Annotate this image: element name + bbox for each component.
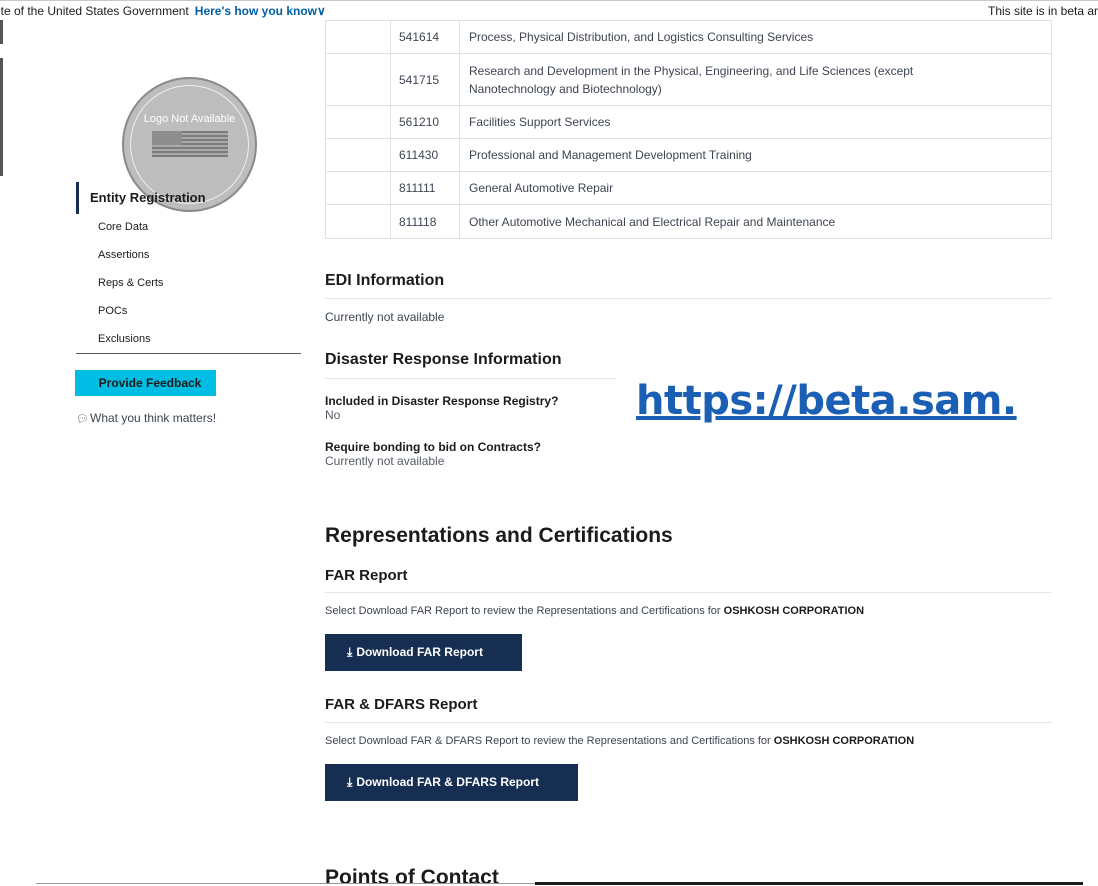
entity-name: OSHKOSH CORPORATION — [773, 735, 915, 747]
naics-description: Other Automotive Mechanical and Electric… — [459, 204, 1052, 239]
sidebar-item-core-data[interactable]: Core Data — [98, 221, 148, 233]
table-row: 811111 General Automotive Repair — [325, 171, 1052, 205]
download-far-report-button[interactable]: ⤓ Download FAR Report — [325, 634, 522, 671]
nav-active-indicator — [76, 182, 79, 214]
entity-name: OSHKOSH CORPORATION — [723, 605, 865, 617]
reps-certs-title: Representations and Certifications — [325, 524, 673, 547]
section-divider — [325, 592, 1052, 593]
far-dfars-desc-text: Select Download FAR & DFARS Report to re… — [325, 735, 771, 747]
flag-icon — [152, 131, 228, 157]
far-report-desc-text: Select Download FAR Report to review the… — [325, 605, 721, 617]
table-cell-empty — [325, 105, 391, 139]
section-divider — [325, 722, 1052, 723]
table-cell-empty — [325, 171, 391, 205]
overlay-underline — [535, 882, 1083, 885]
section-divider — [325, 378, 617, 379]
naics-description: Research and Development in the Physical… — [459, 53, 1052, 106]
edi-title: EDI Information — [325, 272, 445, 289]
table-row: 541614 Process, Physical Distribution, a… — [325, 20, 1052, 54]
disaster-title: Disaster Response Information — [325, 351, 562, 368]
heres-how-you-know-link[interactable]: Here's how you know∨ — [195, 4, 326, 18]
main-content: 541614 Process, Physical Distribution, a… — [325, 0, 1098, 886]
far-dfars-report-description: Select Download FAR & DFARS Report to re… — [325, 735, 914, 747]
table-row: 811118 Other Automotive Mechanical and E… — [325, 204, 1052, 239]
feedback-note: 💬︎What you think matters! — [76, 411, 216, 425]
table-cell-empty — [325, 53, 391, 106]
far-dfars-report-title: FAR & DFARS Report — [325, 696, 478, 713]
section-divider — [325, 298, 1052, 299]
naics-description: Facilities Support Services — [459, 105, 1052, 139]
naics-description: Process, Physical Distribution, and Logi… — [459, 20, 1052, 54]
flag-canton — [152, 131, 182, 145]
download-icon: ⤓ — [347, 645, 353, 659]
sidebar-item-entity-registration[interactable]: Entity Registration — [90, 190, 206, 205]
sidebar-item-exclusions[interactable]: Exclusions — [98, 333, 151, 345]
naics-code: 811111 — [390, 171, 460, 205]
table-row: 561210 Facilities Support Services — [325, 105, 1052, 139]
bonding-value: Currently not available — [325, 454, 445, 468]
table-cell-empty — [325, 20, 391, 54]
naics-description: Professional and Management Development … — [459, 138, 1052, 172]
bonding-label: Require bonding to bid on Contracts? — [325, 440, 541, 454]
beta-sam-overlay-link[interactable]: https://beta.sam. — [636, 378, 1017, 424]
edi-value: Currently not available — [325, 310, 445, 324]
sidebar-item-reps-certs[interactable]: Reps & Certs — [98, 277, 163, 289]
provide-feedback-button[interactable]: Provide Feedback — [75, 370, 216, 396]
heres-how-label: Here's how you know — [194, 4, 317, 18]
naics-code: 561210 — [390, 105, 460, 139]
bottom-divider — [36, 883, 535, 884]
naics-description: General Automotive Repair — [459, 171, 1052, 205]
disaster-registry-label: Included in Disaster Response Registry? — [325, 394, 559, 408]
sidebar-divider — [76, 353, 301, 354]
far-report-title: FAR Report — [325, 567, 408, 584]
naics-code: 541614 — [390, 20, 460, 54]
sidebar-item-assertions[interactable]: Assertions — [98, 249, 149, 261]
disaster-registry-value: No — [325, 408, 341, 422]
comments-icon: 💬︎ — [76, 414, 89, 425]
download-far-report-label: Download FAR Report — [356, 645, 483, 659]
download-icon: ⤓ — [347, 775, 353, 789]
logo-not-available-text: Logo Not Available — [143, 113, 236, 125]
feedback-note-text: What you think matters! — [90, 411, 217, 425]
table-row: 541715 Research and Development in the P… — [325, 53, 1052, 106]
table-row: 611430 Professional and Management Devel… — [325, 138, 1052, 172]
naics-code: 611430 — [390, 138, 460, 172]
far-report-description: Select Download FAR Report to review the… — [325, 605, 864, 617]
gov-banner-label: ite of the United States Government — [0, 4, 189, 18]
sidebar: Logo Not Available Entity Registration C… — [0, 20, 310, 886]
naics-code: 811118 — [390, 204, 460, 239]
naics-code: 541715 — [390, 53, 460, 106]
table-cell-empty — [325, 204, 391, 239]
gov-banner-text: ite of the United States Government Here'… — [0, 1, 326, 20]
table-cell-empty — [325, 138, 391, 172]
download-far-dfars-report-button[interactable]: ⤓ Download FAR & DFARS Report — [325, 764, 578, 801]
download-far-dfars-report-label: Download FAR & DFARS Report — [356, 775, 539, 789]
naics-table: 541614 Process, Physical Distribution, a… — [325, 20, 1052, 239]
sidebar-item-pocs[interactable]: POCs — [98, 305, 127, 317]
